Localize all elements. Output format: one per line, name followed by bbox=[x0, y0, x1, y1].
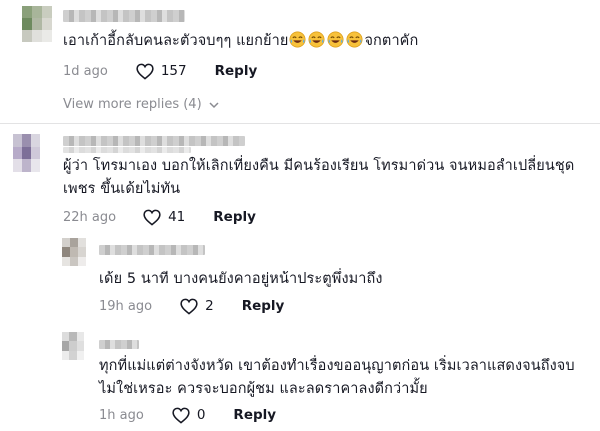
like-count: 157 bbox=[160, 63, 187, 79]
view-more-label: View more replies (4) bbox=[63, 97, 202, 112]
tears-of-joy-emoji bbox=[346, 31, 363, 48]
comment-text: เอาเก้าอี้กลับคนละตัวจบๆๆ แยกย้าย จกตาคัก bbox=[63, 31, 419, 49]
reply-button[interactable]: Reply bbox=[233, 407, 276, 423]
divider bbox=[0, 123, 600, 124]
reply-time: 19h ago bbox=[99, 298, 153, 314]
like-count: 41 bbox=[168, 209, 186, 225]
comment-meta: 22h ago 41 Reply bbox=[63, 207, 256, 227]
heart-outline-icon[interactable] bbox=[135, 61, 155, 81]
heart-outline-icon[interactable] bbox=[171, 405, 191, 425]
username-secondary bbox=[63, 147, 191, 153]
tears-of-joy-emoji bbox=[327, 31, 344, 48]
reply-button[interactable]: Reply bbox=[242, 298, 285, 314]
view-more-replies-button[interactable]: View more replies (4) bbox=[63, 97, 220, 112]
comment-meta: 1d ago 157 Reply bbox=[63, 61, 257, 81]
username[interactable] bbox=[99, 340, 139, 349]
like-count: 2 bbox=[205, 298, 214, 314]
avatar[interactable] bbox=[22, 6, 52, 42]
emoji-group bbox=[288, 31, 364, 49]
reply-meta: 1h ago 0 Reply bbox=[99, 405, 276, 425]
comment-time: 22h ago bbox=[63, 209, 117, 225]
avatar[interactable] bbox=[13, 134, 40, 172]
reply-time: 1h ago bbox=[99, 407, 144, 423]
username[interactable] bbox=[63, 136, 245, 146]
tears-of-joy-emoji bbox=[289, 31, 306, 48]
username[interactable] bbox=[63, 10, 185, 22]
like-count: 0 bbox=[196, 407, 206, 423]
comment-time: 1d ago bbox=[63, 63, 108, 79]
tears-of-joy-emoji bbox=[308, 31, 325, 48]
username[interactable] bbox=[99, 245, 205, 255]
reply-meta: 19h ago 2 Reply bbox=[99, 296, 284, 316]
avatar[interactable] bbox=[62, 332, 84, 360]
heart-outline-icon[interactable] bbox=[142, 207, 162, 227]
reply-text: ทุกที่แม่แต่ต่างจังหวัด เขาต้องทำเรื่องข… bbox=[99, 358, 575, 397]
chevron-down-icon bbox=[209, 101, 219, 108]
reply-text: เด้ย 5 นาที บางคนยังคาอยู่หน้าประตูพึ่งม… bbox=[99, 271, 383, 287]
reply-button[interactable]: Reply bbox=[213, 209, 256, 225]
heart-outline-icon[interactable] bbox=[179, 296, 199, 316]
comment-text: ผู้ว่า โทรมาเอง บอกให้เลิกเที่ยงคืน มีคน… bbox=[63, 158, 575, 197]
reply-button[interactable]: Reply bbox=[215, 63, 258, 79]
avatar[interactable] bbox=[62, 238, 86, 266]
